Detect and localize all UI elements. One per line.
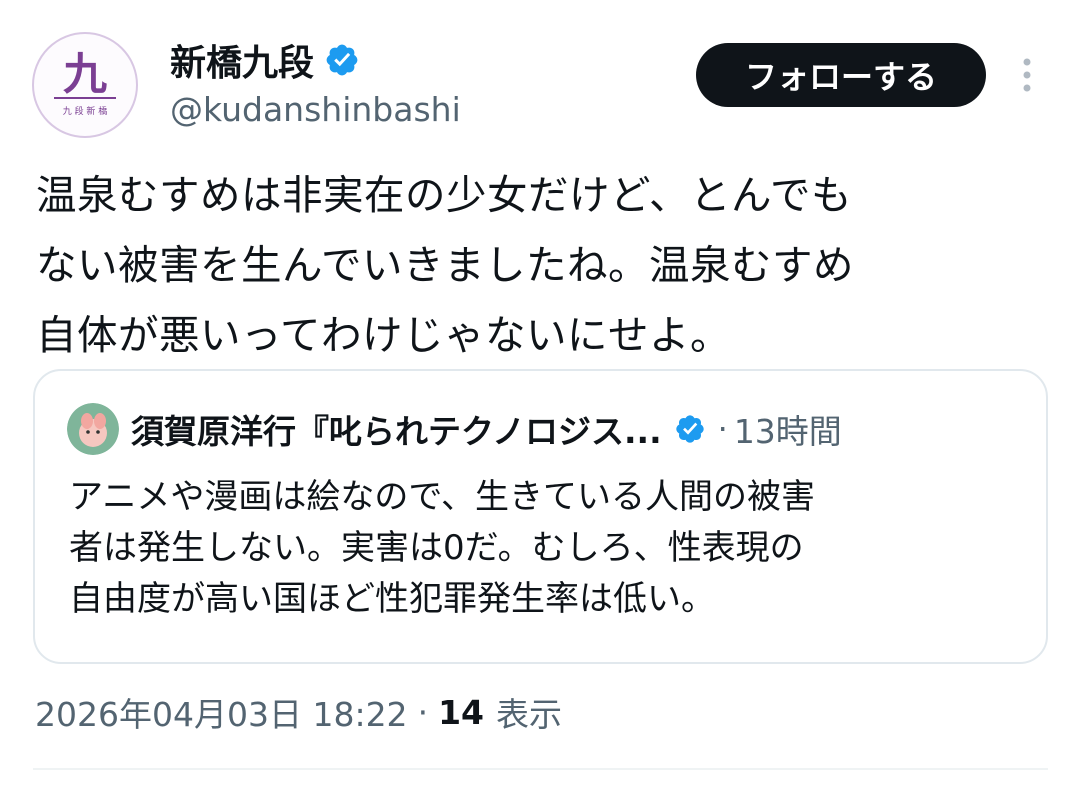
author-display-name[interactable]: 新橋九段	[170, 34, 314, 86]
tweet-text-line: 自体が悪いってわけじゃないにせよ。	[36, 311, 731, 359]
tweet-timestamp[interactable]: 2026年04月03日 18:22	[35, 688, 408, 736]
avatar-glyph: 九	[63, 49, 107, 100]
tweet-text: 温泉むすめは非実在の少女だけど、とんでも ない被害を生んでいきましたね。温泉むす…	[36, 160, 1046, 370]
author-avatar[interactable]: 九 九 段 新 橋	[32, 32, 138, 138]
more-vertical-icon[interactable]	[1010, 52, 1044, 98]
quoted-tweet-card[interactable]: 須賀原洋行『叱られテクノロジス... · 13時間 アニメや漫画は絵なので、生き…	[33, 369, 1048, 664]
verified-badge-icon	[675, 415, 704, 443]
quote-text-line: アニメや漫画は絵なので、生きている人間の被害	[69, 477, 815, 517]
meta-separator: ·	[417, 692, 429, 732]
tweet-meta: 2026年04月03日 18:22 · 14 表示	[35, 686, 562, 738]
avatar-subtitle: 九 段 新 橋	[63, 105, 108, 117]
author-handle[interactable]: @kudanshinbashi	[170, 86, 461, 134]
author-name-row: 新橋九段	[170, 34, 360, 86]
quote-text-line: 自由度が高い国ほど性犯罪発生率は低い。	[69, 579, 715, 619]
tweet-text-line: 温泉むすめは非実在の少女だけど、とんでも	[36, 171, 852, 219]
follow-button[interactable]: フォローする	[696, 43, 986, 107]
quote-author-name: 須賀原洋行『叱られテクノロジス...	[131, 412, 662, 451]
tweet-text-line: ない被害を生んでいきましたね。温泉むすめ	[36, 241, 854, 289]
avatar-logo: 九 九 段 新 橋	[54, 49, 116, 117]
quote-header: 須賀原洋行『叱られテクノロジス... · 13時間	[131, 403, 842, 455]
view-count: 14	[438, 692, 484, 732]
view-label: 表示	[496, 695, 562, 734]
quote-text: アニメや漫画は絵なので、生きている人間の被害 者は発生しない。実害は0だ。むしろ…	[69, 472, 1029, 625]
quote-author-avatar[interactable]	[67, 403, 119, 455]
quote-text-line: 者は発生しない。実害は0だ。むしろ、性表現の	[69, 528, 804, 568]
verified-badge-icon[interactable]	[324, 42, 360, 78]
quote-timestamp: 13時間	[733, 412, 842, 451]
divider	[33, 768, 1048, 770]
quote-separator: ·	[717, 410, 728, 448]
